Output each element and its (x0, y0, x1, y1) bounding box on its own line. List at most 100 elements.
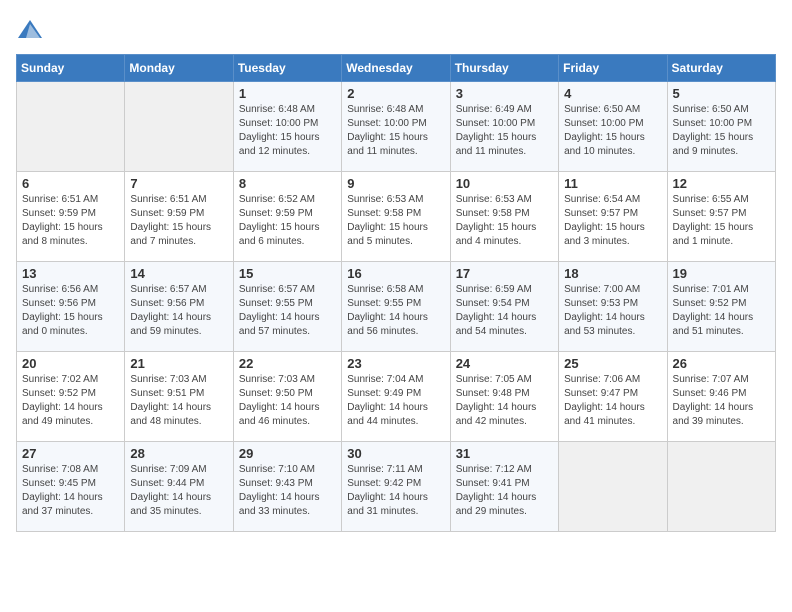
calendar-cell: 28 Sunrise: 7:09 AM Sunset: 9:44 PM Dayli… (125, 442, 233, 532)
day-info: Sunrise: 6:51 AM Sunset: 9:59 PM Dayligh… (130, 193, 227, 249)
calendar-cell: 20 Sunrise: 7:02 AM Sunset: 9:52 PM Dayli… (17, 352, 125, 442)
week-row-4: 20 Sunrise: 7:02 AM Sunset: 9:52 PM Dayli… (17, 352, 776, 442)
weekday-tuesday: Tuesday (233, 55, 341, 82)
day-number: 18 (564, 266, 661, 281)
weekday-monday: Monday (125, 55, 233, 82)
week-row-1: 1 Sunrise: 6:48 AM Sunset: 10:00 PM Dayli… (17, 82, 776, 172)
calendar-cell: 29 Sunrise: 7:10 AM Sunset: 9:43 PM Dayli… (233, 442, 341, 532)
day-number: 27 (22, 446, 119, 461)
calendar-cell: 4 Sunrise: 6:50 AM Sunset: 10:00 PM Dayli… (559, 82, 667, 172)
day-info: Sunrise: 6:52 AM Sunset: 9:59 PM Dayligh… (239, 193, 336, 249)
calendar-cell: 26 Sunrise: 7:07 AM Sunset: 9:46 PM Dayli… (667, 352, 775, 442)
day-info: Sunrise: 7:03 AM Sunset: 9:51 PM Dayligh… (130, 373, 227, 429)
day-number: 23 (347, 356, 444, 371)
calendar-cell: 30 Sunrise: 7:11 AM Sunset: 9:42 PM Dayli… (342, 442, 450, 532)
day-number: 1 (239, 86, 336, 101)
calendar-cell: 21 Sunrise: 7:03 AM Sunset: 9:51 PM Dayli… (125, 352, 233, 442)
day-info: Sunrise: 7:08 AM Sunset: 9:45 PM Dayligh… (22, 463, 119, 519)
calendar-cell: 22Sunrise: 7:03 AM Sunset: 9:50 PM Dayli… (233, 352, 341, 442)
day-info: Sunrise: 7:11 AM Sunset: 9:42 PM Dayligh… (347, 463, 444, 519)
day-info: Sunrise: 6:51 AM Sunset: 9:59 PM Dayligh… (22, 193, 119, 249)
day-info: Sunrise: 6:53 AM Sunset: 9:58 PM Dayligh… (347, 193, 444, 249)
week-row-3: 13Sunrise: 6:56 AM Sunset: 9:56 PM Dayli… (17, 262, 776, 352)
calendar-cell: 5Sunrise: 6:50 AM Sunset: 10:00 PM Dayli… (667, 82, 775, 172)
logo-icon (16, 16, 44, 44)
weekday-sunday: Sunday (17, 55, 125, 82)
calendar-cell: 25 Sunrise: 7:06 AM Sunset: 9:47 PM Dayli… (559, 352, 667, 442)
weekday-wednesday: Wednesday (342, 55, 450, 82)
day-info: Sunrise: 6:55 AM Sunset: 9:57 PM Dayligh… (673, 193, 770, 249)
calendar-cell: 16Sunrise: 6:58 AM Sunset: 9:55 PM Dayli… (342, 262, 450, 352)
weekday-header-row: SundayMondayTuesdayWednesdayThursdayFrid… (17, 55, 776, 82)
calendar-cell: 11 Sunrise: 6:54 AM Sunset: 9:57 PM Dayli… (559, 172, 667, 262)
day-number: 19 (673, 266, 770, 281)
day-info: Sunrise: 6:54 AM Sunset: 9:57 PM Dayligh… (564, 193, 661, 249)
weekday-saturday: Saturday (667, 55, 775, 82)
calendar-cell: 31Sunrise: 7:12 AM Sunset: 9:41 PM Dayli… (450, 442, 558, 532)
day-number: 16 (347, 266, 444, 281)
logo (16, 16, 48, 44)
day-number: 31 (456, 446, 553, 461)
calendar-cell: 6 Sunrise: 6:51 AM Sunset: 9:59 PM Daylig… (17, 172, 125, 262)
day-number: 25 (564, 356, 661, 371)
weekday-thursday: Thursday (450, 55, 558, 82)
day-info: Sunrise: 7:07 AM Sunset: 9:46 PM Dayligh… (673, 373, 770, 429)
day-info: Sunrise: 7:01 AM Sunset: 9:52 PM Dayligh… (673, 283, 770, 339)
day-info: Sunrise: 7:05 AM Sunset: 9:48 PM Dayligh… (456, 373, 553, 429)
day-number: 12 (673, 176, 770, 191)
calendar-cell: 3Sunrise: 6:49 AM Sunset: 10:00 PM Dayli… (450, 82, 558, 172)
day-info: Sunrise: 6:57 AM Sunset: 9:55 PM Dayligh… (239, 283, 336, 339)
day-number: 24 (456, 356, 553, 371)
day-number: 7 (130, 176, 227, 191)
calendar-cell: 27 Sunrise: 7:08 AM Sunset: 9:45 PM Dayli… (17, 442, 125, 532)
day-number: 4 (564, 86, 661, 101)
day-number: 30 (347, 446, 444, 461)
calendar-body: 1 Sunrise: 6:48 AM Sunset: 10:00 PM Dayli… (17, 82, 776, 532)
calendar-cell: 12 Sunrise: 6:55 AM Sunset: 9:57 PM Dayli… (667, 172, 775, 262)
day-number: 3 (456, 86, 553, 101)
calendar-header: SundayMondayTuesdayWednesdayThursdayFrid… (17, 55, 776, 82)
calendar-cell (17, 82, 125, 172)
calendar-table: SundayMondayTuesdayWednesdayThursdayFrid… (16, 54, 776, 532)
calendar-cell (667, 442, 775, 532)
calendar-cell: 10 Sunrise: 6:53 AM Sunset: 9:58 PM Dayli… (450, 172, 558, 262)
day-info: Sunrise: 7:10 AM Sunset: 9:43 PM Dayligh… (239, 463, 336, 519)
day-info: Sunrise: 7:06 AM Sunset: 9:47 PM Dayligh… (564, 373, 661, 429)
calendar-cell: 14 Sunrise: 6:57 AM Sunset: 9:56 PM Dayli… (125, 262, 233, 352)
day-info: Sunrise: 6:59 AM Sunset: 9:54 PM Dayligh… (456, 283, 553, 339)
calendar-cell: 13Sunrise: 6:56 AM Sunset: 9:56 PM Dayli… (17, 262, 125, 352)
day-number: 21 (130, 356, 227, 371)
day-number: 9 (347, 176, 444, 191)
day-info: Sunrise: 6:48 AM Sunset: 10:00 PM Daylig… (347, 103, 444, 159)
day-info: Sunrise: 6:56 AM Sunset: 9:56 PM Dayligh… (22, 283, 119, 339)
day-number: 14 (130, 266, 227, 281)
day-info: Sunrise: 7:00 AM Sunset: 9:53 PM Dayligh… (564, 283, 661, 339)
day-info: Sunrise: 6:53 AM Sunset: 9:58 PM Dayligh… (456, 193, 553, 249)
day-number: 11 (564, 176, 661, 191)
day-info: Sunrise: 7:02 AM Sunset: 9:52 PM Dayligh… (22, 373, 119, 429)
day-number: 10 (456, 176, 553, 191)
calendar-cell: 1 Sunrise: 6:48 AM Sunset: 10:00 PM Dayli… (233, 82, 341, 172)
calendar-cell: 18 Sunrise: 7:00 AM Sunset: 9:53 PM Dayli… (559, 262, 667, 352)
calendar-cell: 17Sunrise: 6:59 AM Sunset: 9:54 PM Dayli… (450, 262, 558, 352)
day-info: Sunrise: 7:09 AM Sunset: 9:44 PM Dayligh… (130, 463, 227, 519)
calendar-cell: 7 Sunrise: 6:51 AM Sunset: 9:59 PM Daylig… (125, 172, 233, 262)
day-number: 28 (130, 446, 227, 461)
day-number: 8 (239, 176, 336, 191)
day-number: 15 (239, 266, 336, 281)
day-number: 26 (673, 356, 770, 371)
day-info: Sunrise: 6:48 AM Sunset: 10:00 PM Daylig… (239, 103, 336, 159)
day-number: 20 (22, 356, 119, 371)
calendar-cell: 23 Sunrise: 7:04 AM Sunset: 9:49 PM Dayli… (342, 352, 450, 442)
day-number: 29 (239, 446, 336, 461)
day-number: 6 (22, 176, 119, 191)
day-info: Sunrise: 6:50 AM Sunset: 10:00 PM Daylig… (564, 103, 661, 159)
calendar-cell: 8 Sunrise: 6:52 AM Sunset: 9:59 PM Daylig… (233, 172, 341, 262)
calendar-cell (559, 442, 667, 532)
week-row-2: 6 Sunrise: 6:51 AM Sunset: 9:59 PM Daylig… (17, 172, 776, 262)
day-number: 22 (239, 356, 336, 371)
day-number: 2 (347, 86, 444, 101)
day-info: Sunrise: 7:04 AM Sunset: 9:49 PM Dayligh… (347, 373, 444, 429)
day-info: Sunrise: 6:57 AM Sunset: 9:56 PM Dayligh… (130, 283, 227, 339)
calendar-cell (125, 82, 233, 172)
